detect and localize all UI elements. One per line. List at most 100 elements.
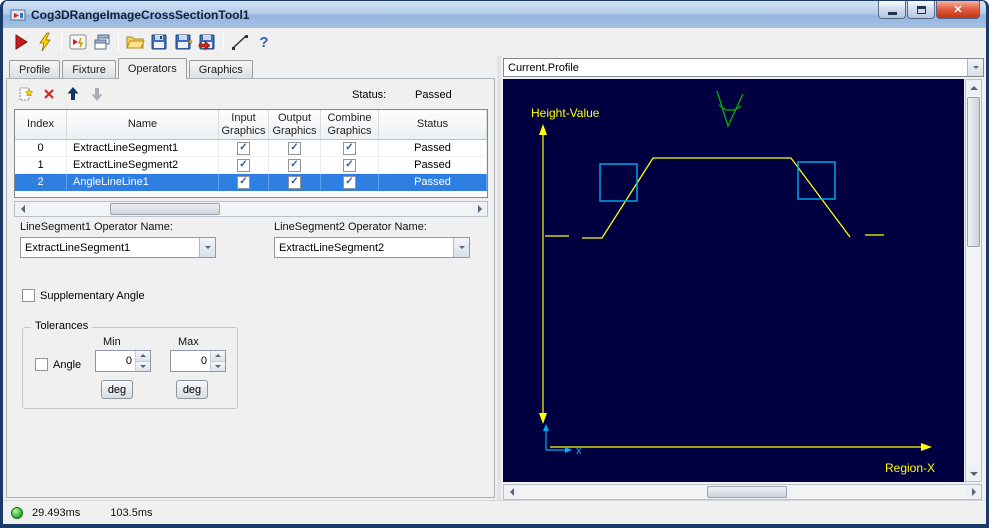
- help-icon: ?: [259, 33, 269, 51]
- scroll-track[interactable]: [30, 202, 472, 216]
- svg-text:x: x: [576, 445, 582, 457]
- tab-fixture[interactable]: Fixture: [62, 60, 116, 78]
- save-image-button[interactable]: [171, 30, 195, 54]
- maximize-button[interactable]: [907, 1, 935, 19]
- scroll-thumb[interactable]: [110, 203, 220, 215]
- input-graphics-checkbox[interactable]: ✓: [237, 141, 250, 155]
- input-graphics-checkbox[interactable]: ✓: [237, 158, 250, 172]
- output-graphics-checkbox[interactable]: ✓: [288, 175, 301, 189]
- tab-graphics[interactable]: Graphics: [188, 60, 253, 78]
- cell-status: Passed: [379, 157, 487, 173]
- record-selector-value: Current.Profile: [508, 61, 579, 74]
- scroll-track[interactable]: [966, 95, 981, 466]
- tab-strip: Profile Fixture Operators Graphics: [9, 58, 255, 79]
- open-folder-icon: [126, 36, 145, 49]
- scroll-left-button[interactable]: [504, 485, 519, 499]
- max-spinner[interactable]: 0: [170, 350, 226, 372]
- tab-profile[interactable]: Profile: [9, 60, 61, 78]
- table-h-scrollbar[interactable]: [14, 201, 488, 217]
- scroll-right-button[interactable]: [966, 485, 981, 499]
- right-arrow-icon: [971, 488, 976, 496]
- electric-display-button[interactable]: [66, 30, 90, 54]
- output-graphics-checkbox[interactable]: ✓: [288, 158, 301, 172]
- close-button[interactable]: ✕: [936, 1, 980, 19]
- cell-status: Passed: [379, 174, 487, 190]
- linesegment2-combobox[interactable]: ExtractLineSegment2: [274, 237, 470, 258]
- supplementary-angle-checkbox[interactable]: [22, 289, 35, 302]
- min-spinner[interactable]: 0: [95, 350, 151, 372]
- add-operator-button[interactable]: [16, 85, 34, 103]
- up-arrow-icon: [969, 85, 978, 90]
- min-label: Min: [103, 336, 121, 348]
- column-header-combine-graphics[interactable]: Combine Graphics: [321, 110, 379, 139]
- save-button[interactable]: [147, 30, 171, 54]
- spin-down-button[interactable]: [211, 360, 225, 371]
- column-header-status[interactable]: Status: [379, 110, 487, 139]
- tolerances-group: Tolerances Angle Min Max 0 0 deg deg: [22, 320, 238, 409]
- scroll-up-button[interactable]: [966, 80, 981, 95]
- move-up-button[interactable]: [64, 85, 82, 103]
- column-header-output-graphics[interactable]: Output Graphics: [269, 110, 321, 139]
- tab-operators[interactable]: Operators: [117, 58, 187, 79]
- spin-up-button[interactable]: [136, 351, 150, 361]
- help-button[interactable]: ?: [252, 30, 276, 54]
- max-value[interactable]: 0: [171, 351, 210, 371]
- column-header-input-graphics[interactable]: Input Graphics: [219, 110, 269, 139]
- scroll-down-button[interactable]: [966, 466, 981, 481]
- dropdown-button[interactable]: [967, 59, 983, 76]
- column-header-index[interactable]: Index: [15, 110, 67, 139]
- table-filler: [15, 191, 487, 197]
- linesegment1-combobox[interactable]: ExtractLineSegment1: [20, 237, 216, 258]
- chevron-down-icon: [204, 246, 211, 249]
- import-image-button[interactable]: [195, 30, 219, 54]
- max-unit-button[interactable]: deg: [176, 380, 208, 399]
- scroll-left-button[interactable]: [15, 202, 30, 216]
- cell-index: 2: [15, 174, 67, 190]
- angle-checkbox[interactable]: [35, 358, 48, 371]
- input-graphics-checkbox[interactable]: ✓: [237, 175, 250, 189]
- table-row[interactable]: 0 ExtractLineSegment1 ✓ ✓ ✓ Passed: [15, 140, 487, 157]
- title-bar[interactable]: Cog3DRangeImageCrossSectionTool1 ✕: [3, 1, 986, 28]
- chart-v-scrollbar[interactable]: [965, 79, 982, 482]
- new-item-icon: [19, 87, 33, 101]
- move-down-button[interactable]: [88, 85, 106, 103]
- scroll-track[interactable]: [519, 485, 966, 499]
- spin-up-button[interactable]: [211, 351, 225, 361]
- delete-operator-button[interactable]: [40, 85, 58, 103]
- linesegment2-label: LineSegment2 Operator Name:: [274, 221, 427, 233]
- table-row-selected[interactable]: 2 AngleLineLine1 ✓ ✓ ✓ Passed: [15, 174, 487, 191]
- windows-icon: [94, 34, 110, 50]
- minimize-icon: [887, 12, 897, 15]
- combine-graphics-checkbox[interactable]: ✓: [343, 141, 356, 155]
- record-selector-combobox[interactable]: Current.Profile: [503, 58, 984, 77]
- minimize-button[interactable]: [878, 1, 906, 19]
- profile-chart: Height-Value Region-X x: [503, 79, 964, 482]
- cell-index: 1: [15, 157, 67, 173]
- column-header-name[interactable]: Name: [67, 110, 219, 139]
- cell-name: ExtractLineSegment1: [67, 140, 219, 156]
- float-window-button[interactable]: [90, 30, 114, 54]
- svg-text:Height-Value: Height-Value: [531, 106, 600, 120]
- tolerances-title: Tolerances: [31, 320, 93, 332]
- spin-down-button[interactable]: [136, 360, 150, 371]
- dropdown-button[interactable]: [453, 238, 469, 257]
- spinner-buttons: [210, 351, 225, 371]
- output-graphics-checkbox[interactable]: ✓: [288, 141, 301, 155]
- trigger-button[interactable]: [33, 30, 57, 54]
- dropdown-button[interactable]: [199, 238, 215, 257]
- min-value[interactable]: 0: [96, 351, 135, 371]
- scroll-right-button[interactable]: [472, 202, 487, 216]
- scroll-thumb[interactable]: [706, 486, 788, 498]
- chart-h-scrollbar[interactable]: [503, 484, 982, 500]
- scroll-thumb[interactable]: [967, 97, 980, 247]
- toolbar-separator: [223, 33, 224, 51]
- table-row[interactable]: 1 ExtractLineSegment2 ✓ ✓ ✓ Passed: [15, 157, 487, 174]
- combine-graphics-checkbox[interactable]: ✓: [343, 175, 356, 189]
- run-button[interactable]: [9, 30, 33, 54]
- slope-icon: [232, 35, 248, 50]
- open-button[interactable]: [123, 30, 147, 54]
- profile-tool-button[interactable]: [228, 30, 252, 54]
- total-time: 103.5ms: [110, 506, 153, 519]
- min-unit-button[interactable]: deg: [101, 380, 133, 399]
- combine-graphics-checkbox[interactable]: ✓: [343, 158, 356, 172]
